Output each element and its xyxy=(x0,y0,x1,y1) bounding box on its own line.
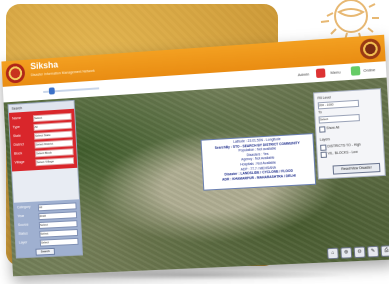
to-input[interactable]: Select xyxy=(318,113,360,124)
filter-row-source: Source Select xyxy=(18,220,78,229)
zoom-in-icon[interactable]: ⊕ xyxy=(340,247,353,259)
year-select[interactable]: 2018 xyxy=(38,211,78,221)
source-select[interactable]: Select xyxy=(38,220,78,229)
layer-panel: Fill Level 200 - 1000 To Select Show All… xyxy=(313,88,386,180)
show-all-checkbox[interactable] xyxy=(319,126,326,133)
layer-legend-item: VIL. BLOCKS - Low xyxy=(327,149,358,156)
type-select[interactable]: All xyxy=(33,121,73,131)
filter-label: Status xyxy=(18,231,28,236)
layer-checkbox[interactable] xyxy=(320,144,327,151)
block-select[interactable]: Select Block xyxy=(34,148,74,158)
calendar-icon[interactable] xyxy=(315,68,326,79)
right-emblem-logo xyxy=(359,38,382,60)
app-window: Siksha Disaster Information Management N… xyxy=(1,34,389,277)
filter-row-layer: Layer Select xyxy=(18,237,79,247)
filter-row-state: State Select State xyxy=(12,130,73,140)
filter-row-block: Block Select Block xyxy=(13,148,74,158)
promo-stage: Siksha Disaster Information Management N… xyxy=(0,0,389,284)
fill-level-input[interactable]: 200 - 1000 xyxy=(317,99,360,110)
home-icon[interactable]: ⌂ xyxy=(326,247,339,260)
search-panel: Search Name Select Type All State Select… xyxy=(7,99,84,259)
filter-label: Year xyxy=(17,213,25,219)
category-select[interactable]: All xyxy=(37,202,77,212)
user-label[interactable]: Admin xyxy=(298,71,310,77)
left-emblem-logo xyxy=(5,62,26,84)
district-select[interactable]: Select District xyxy=(34,139,74,149)
filter-label: Name xyxy=(12,116,22,121)
filter-label: Village xyxy=(14,160,25,165)
zoom-out-icon[interactable]: ⊖ xyxy=(353,246,366,259)
filter-label: Block xyxy=(13,151,23,156)
filter-label: State xyxy=(12,133,21,139)
filter-row-village: Village Select Village xyxy=(14,157,75,167)
filter-label: Type xyxy=(12,124,20,130)
fill-level-label: Fill Level xyxy=(317,95,331,101)
app-screenshot-frame: Siksha Disaster Information Management N… xyxy=(1,34,389,284)
show-all-label: Show All xyxy=(326,125,340,131)
filter-row-status: Status Select xyxy=(18,228,79,238)
layer-legend-item: DISTRICTS TO - High xyxy=(327,142,361,149)
state-select[interactable]: Select State xyxy=(33,130,73,140)
filter-row-year: Year 2018 xyxy=(17,211,78,221)
location-filter-section: Name Select Type All State Select State … xyxy=(8,108,78,172)
attribute-filter-section: Category All Year 2018 Source Select Sta… xyxy=(13,199,83,258)
status-label: Online xyxy=(363,67,376,73)
filter-label: Layer xyxy=(18,240,28,245)
name-select[interactable]: Select xyxy=(32,112,72,123)
edit-icon[interactable]: ✎ xyxy=(367,245,380,258)
app-title: Siksha xyxy=(30,59,59,72)
print-icon[interactable]: ⎙ xyxy=(380,245,389,257)
filter-row-name: Name Select xyxy=(12,112,72,123)
to-label: To xyxy=(318,110,322,115)
layers-legend-title: Layers xyxy=(319,137,331,142)
layer-select[interactable]: Select xyxy=(39,237,79,247)
location-info-popup: Latitude : 23.01.53N - Longitude SearchB… xyxy=(200,133,317,191)
filter-label: District xyxy=(13,142,24,147)
layer-checkbox[interactable] xyxy=(320,151,327,159)
signal-icon xyxy=(350,66,361,76)
filter-row-type: Type All xyxy=(12,121,73,132)
zoom-slider-thumb[interactable] xyxy=(48,87,55,95)
screen-shadow xyxy=(40,270,350,280)
reset-view-button[interactable]: Reset/View Disaster xyxy=(332,162,381,175)
filter-row-district: District Select District xyxy=(13,139,74,149)
search-panel-title: Search xyxy=(11,106,23,111)
filter-label: Source xyxy=(17,222,29,228)
status-select[interactable]: Select xyxy=(39,228,79,238)
filter-row-category: Category All xyxy=(16,202,77,212)
search-button[interactable]: Search xyxy=(35,247,56,256)
village-select[interactable]: Select Village xyxy=(35,157,75,167)
menu-label[interactable]: Menu xyxy=(330,69,341,75)
filter-label: Category xyxy=(16,204,31,210)
